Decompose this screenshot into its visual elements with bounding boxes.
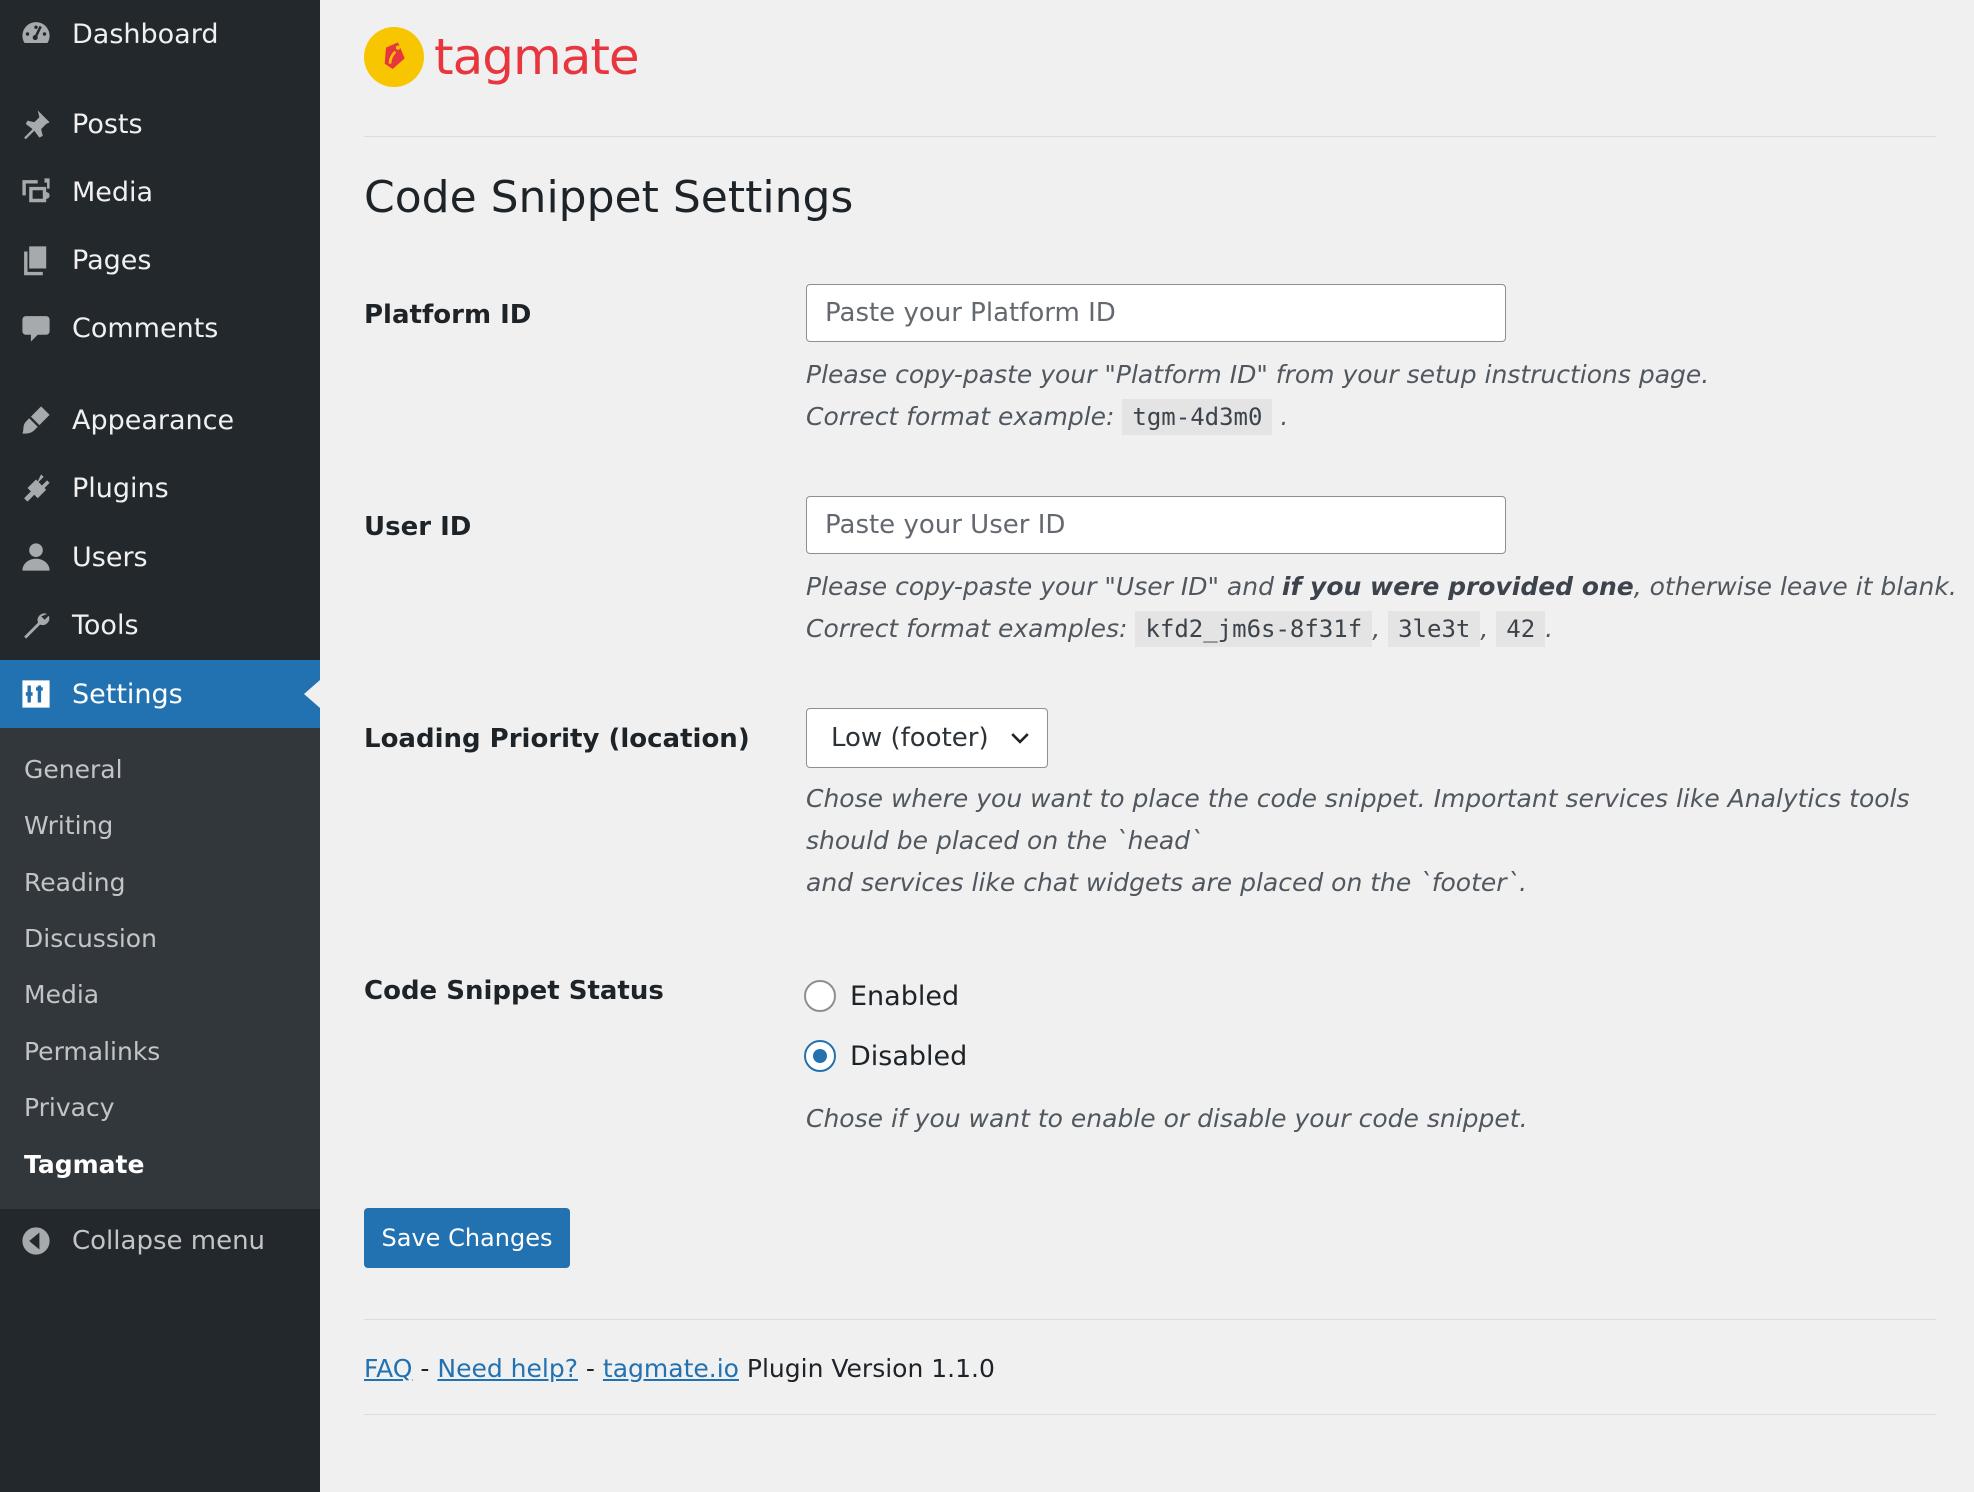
settings-submenu: General Writing Reading Discussion Media… (0, 728, 320, 1209)
radio-button[interactable] (804, 980, 836, 1012)
wrench-icon (16, 607, 56, 643)
format-example-code: tgm-4d3m0 (1122, 399, 1273, 435)
submenu-discussion[interactable]: Discussion (24, 922, 157, 956)
active-indicator (304, 680, 320, 708)
menu-label: Settings (72, 678, 183, 710)
user-id-desc-line1: Please copy-paste your "User ID" and if … (806, 566, 1957, 608)
plugin-footer: FAQ - Need help? - tagmate.io Plugin Ver… (364, 1354, 995, 1383)
collapse-icon (16, 1223, 56, 1259)
pin-icon (16, 106, 56, 142)
menu-item-plugins[interactable]: Plugins (0, 454, 320, 522)
submenu-general[interactable]: General (24, 753, 123, 787)
plugin-icon (16, 470, 56, 506)
faq-link[interactable]: FAQ (364, 1354, 412, 1383)
menu-item-comments[interactable]: Comments (0, 294, 320, 362)
radio-button-checked[interactable] (804, 1040, 836, 1072)
dashboard-icon (16, 16, 56, 52)
submenu-media[interactable]: Media (24, 978, 99, 1012)
platform-id-desc-line1: Please copy-paste your "Platform ID" fro… (806, 360, 1710, 389)
radio-label: Disabled (850, 1040, 968, 1072)
format-example-code: kfd2_jm6s-8f31f (1135, 611, 1373, 647)
format-prefix: Correct format example: (806, 402, 1115, 431)
platform-id-input[interactable] (806, 284, 1506, 342)
user-icon (16, 539, 56, 575)
divider (364, 1414, 1936, 1415)
format-example-code: 3le3t (1388, 611, 1481, 647)
submenu-reading[interactable]: Reading (24, 866, 125, 900)
menu-item-tools[interactable]: Tools (0, 591, 320, 659)
admin-sidebar: Dashboard Posts Media Pages Comments App… (0, 0, 320, 1492)
desc-line: and services like chat widgets are place… (806, 868, 1528, 897)
menu-item-posts[interactable]: Posts (0, 90, 320, 158)
menu-label: Posts (72, 108, 143, 140)
submenu-permalinks[interactable]: Permalinks (24, 1035, 160, 1069)
menu-item-pages[interactable]: Pages (0, 226, 320, 294)
desc-emphasis: if you were provided one (1281, 572, 1634, 601)
need-help-link[interactable]: Need help? (437, 1354, 578, 1383)
radio-disabled[interactable]: Disabled (804, 1040, 967, 1072)
menu-label: Pages (72, 244, 152, 276)
collapse-label: Collapse menu (72, 1226, 266, 1256)
separator: - (420, 1354, 430, 1383)
desc-line: should be placed on the `head` (806, 826, 1203, 855)
submenu-tagmate[interactable]: Tagmate (24, 1148, 144, 1182)
format-suffix: . (1280, 402, 1289, 431)
collapse-menu-button[interactable]: Collapse menu (0, 1212, 320, 1270)
user-id-description: Please copy-paste your "User ID" and if … (806, 566, 1957, 650)
format-example-code: 42 (1496, 611, 1546, 647)
divider (364, 1319, 1936, 1320)
plugin-version: Plugin Version 1.1.0 (746, 1354, 995, 1383)
loading-priority-description: Chose where you want to place the code s… (806, 778, 1910, 904)
comment-icon (16, 310, 56, 346)
format-prefix: Correct format examples: (806, 614, 1128, 643)
radio-enabled[interactable]: Enabled (804, 980, 959, 1012)
desc-line: Chose where you want to place the code s… (806, 784, 1910, 813)
separator: , (1480, 614, 1489, 643)
chevron-down-icon (1011, 733, 1029, 744)
desc-text: , otherwise leave it blank. (1633, 572, 1957, 601)
brush-icon (16, 402, 56, 438)
menu-item-appearance[interactable]: Appearance (0, 386, 320, 454)
separator: - (585, 1354, 595, 1383)
loading-priority-select[interactable]: Low (footer) (806, 708, 1048, 768)
menu-label: Appearance (72, 404, 235, 436)
pages-icon (16, 242, 56, 278)
menu-label: Users (72, 541, 148, 573)
tagmate-logo: tagmate (364, 24, 640, 90)
radio-label: Enabled (850, 980, 960, 1012)
menu-item-dashboard[interactable]: Dashboard (0, 0, 320, 68)
menu-label: Dashboard (72, 18, 219, 50)
user-id-desc-line2: Correct format examples: kfd2_jm6s-8f31f… (806, 608, 1957, 650)
divider (364, 136, 1936, 137)
menu-label: Comments (72, 312, 219, 344)
tagmate-logo-icon (364, 27, 424, 87)
format-suffix: . (1545, 614, 1554, 643)
submenu-writing[interactable]: Writing (24, 809, 113, 843)
desc-text: Please copy-paste your "User ID" and (806, 572, 1282, 601)
platform-id-desc-line2: Correct format example: tgm-4d3m0 . (806, 396, 1709, 438)
menu-item-settings[interactable]: Settings (0, 660, 320, 728)
snippet-status-description: Chose if you want to enable or disable y… (806, 1104, 1528, 1133)
separator: , (1372, 614, 1381, 643)
selected-value: Low (footer) (831, 723, 989, 753)
tagmate-logo-text: tagmate (434, 28, 640, 86)
platform-id-description: Please copy-paste your "Platform ID" fro… (806, 354, 1709, 438)
media-icon (16, 174, 56, 210)
settings-icon (16, 676, 56, 712)
user-id-input[interactable] (806, 496, 1506, 554)
menu-item-media[interactable]: Media (0, 158, 320, 226)
menu-label: Media (72, 176, 154, 208)
snippet-status-label: Code Snippet Status (364, 976, 664, 1006)
menu-label: Plugins (72, 472, 169, 504)
save-changes-button[interactable]: Save Changes (364, 1208, 570, 1268)
menu-label: Tools (72, 609, 139, 641)
user-id-label: User ID (364, 512, 472, 542)
menu-item-users[interactable]: Users (0, 523, 320, 591)
loading-priority-label: Loading Priority (location) (364, 724, 750, 754)
tagmate-site-link[interactable]: tagmate.io (603, 1354, 739, 1383)
submenu-privacy[interactable]: Privacy (24, 1091, 115, 1125)
platform-id-label: Platform ID (364, 300, 532, 330)
page-title: Code Snippet Settings (364, 172, 854, 223)
